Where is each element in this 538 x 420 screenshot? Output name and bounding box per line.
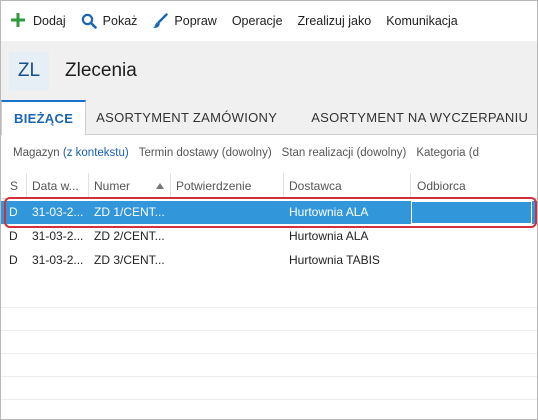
cell-recipient xyxy=(411,225,537,248)
filter-warehouse-value: (z kontekstu) xyxy=(62,147,129,159)
column-header-number-label: Numer xyxy=(94,179,131,193)
filter-category-name: Kategoria xyxy=(416,147,466,159)
cell-confirmation xyxy=(171,225,284,248)
cell-date: 31-03-2... xyxy=(32,229,84,243)
cell-status: D xyxy=(9,205,18,219)
tab-current[interactable]: BIEŻĄCE xyxy=(1,100,87,135)
grid-header: S Data w... Numer Potwierdzenie Dostawca… xyxy=(1,173,537,199)
column-header-recipient[interactable]: Odbiorca xyxy=(411,173,537,199)
cell-number: ZD 2/CENT... xyxy=(94,229,165,243)
cell-status: D xyxy=(9,253,18,267)
cell-confirmation xyxy=(171,201,284,224)
filter-delivery-date[interactable]: Termin dostawy (dowolny) xyxy=(139,147,272,159)
cell-date: 31-03-2... xyxy=(32,205,84,219)
edit-button-label: Popraw xyxy=(174,14,217,28)
communication-menu[interactable]: Komunikacja xyxy=(386,14,458,28)
brush-icon xyxy=(152,13,169,29)
realize-as-menu[interactable]: Zrealizuj jako xyxy=(298,14,372,28)
tab-bar: BIEŻĄCE ASORTYMENT ZAMÓWIONY ASORTYMENT … xyxy=(1,100,538,135)
search-icon xyxy=(81,13,97,29)
cell-number: ZD 1/CENT... xyxy=(94,205,165,219)
realize-as-menu-label: Zrealizuj jako xyxy=(297,14,372,28)
cell-supplier: Hurtownia ALA xyxy=(289,205,369,219)
cell-date: 31-03-2... xyxy=(32,253,84,267)
tab-ordered-assortment[interactable]: ASORTYMENT ZAMÓWIONY xyxy=(86,100,289,134)
tab-ordered-assortment-label: ASORTYMENT ZAMÓWIONY xyxy=(96,109,278,125)
page-header: ZL Zlecenia xyxy=(1,41,537,101)
filter-realization-state-name: Stan realizacji xyxy=(281,147,354,159)
add-button-label: Dodaj xyxy=(33,14,66,28)
cell-confirmation xyxy=(171,249,284,272)
filter-category[interactable]: Kategoria (d xyxy=(416,147,479,159)
table-row[interactable]: D 31-03-2... ZD 3/CENT... Hurtownia TABI… xyxy=(1,249,537,272)
edit-button[interactable]: Popraw xyxy=(152,13,217,29)
filter-warehouse-name: Magazyn xyxy=(13,147,60,159)
communication-menu-label: Komunikacja xyxy=(386,14,458,28)
toolbar: Dodaj Pokaż Popraw Operacje Zrealizuj ja… xyxy=(1,1,537,41)
filter-delivery-date-name: Termin dostawy xyxy=(138,147,219,159)
filter-realization-state-value: (dowolny) xyxy=(356,147,407,159)
show-button-label: Pokaż xyxy=(102,14,138,28)
grid-empty-rows xyxy=(1,285,537,419)
table-row[interactable]: D 31-03-2... ZD 2/CENT... Hurtownia ALA xyxy=(1,225,537,248)
module-badge: ZL xyxy=(9,52,49,90)
filter-delivery-date-value: (dowolny) xyxy=(221,147,272,159)
cell-supplier: Hurtownia TABIS xyxy=(289,253,380,267)
filter-warehouse[interactable]: Magazyn (z kontekstu) xyxy=(13,147,129,159)
page-title: Zlecenia xyxy=(65,60,137,81)
filter-realization-state[interactable]: Stan realizacji (dowolny) xyxy=(282,147,407,159)
filter-bar: Magazyn (z kontekstu) Termin dostawy (do… xyxy=(1,136,537,170)
column-header-supplier[interactable]: Dostawca xyxy=(284,173,411,199)
plus-icon xyxy=(11,13,27,29)
add-button[interactable]: Dodaj xyxy=(11,13,66,29)
sort-ascending-icon xyxy=(156,183,164,189)
tab-current-label: BIEŻĄCE xyxy=(14,111,74,126)
operations-menu-label: Operacje xyxy=(231,14,283,28)
tab-depleting-assortment[interactable]: ASORTYMENT NA WYCZERPANIU xyxy=(289,100,538,134)
window: Dodaj Pokaż Popraw Operacje Zrealizuj ja… xyxy=(0,0,538,420)
cell-recipient xyxy=(411,201,537,224)
show-button[interactable]: Pokaż xyxy=(81,13,138,29)
cell-number: ZD 3/CENT... xyxy=(94,253,165,267)
table-row[interactable]: D 31-03-2... ZD 1/CENT... Hurtownia ALA xyxy=(1,201,537,224)
column-header-status[interactable]: S xyxy=(5,173,27,199)
cell-recipient xyxy=(411,249,537,272)
cell-status: D xyxy=(9,229,18,243)
operations-menu[interactable]: Operacje xyxy=(232,14,283,28)
column-header-confirmation[interactable]: Potwierdzenie xyxy=(171,173,284,199)
column-header-date[interactable]: Data w... xyxy=(27,173,89,199)
cell-supplier: Hurtownia ALA xyxy=(289,229,369,243)
tab-depleting-assortment-label: ASORTYMENT NA WYCZERPANIU xyxy=(311,109,529,125)
filter-category-value: (d xyxy=(468,147,479,159)
column-header-number[interactable]: Numer xyxy=(89,173,171,199)
